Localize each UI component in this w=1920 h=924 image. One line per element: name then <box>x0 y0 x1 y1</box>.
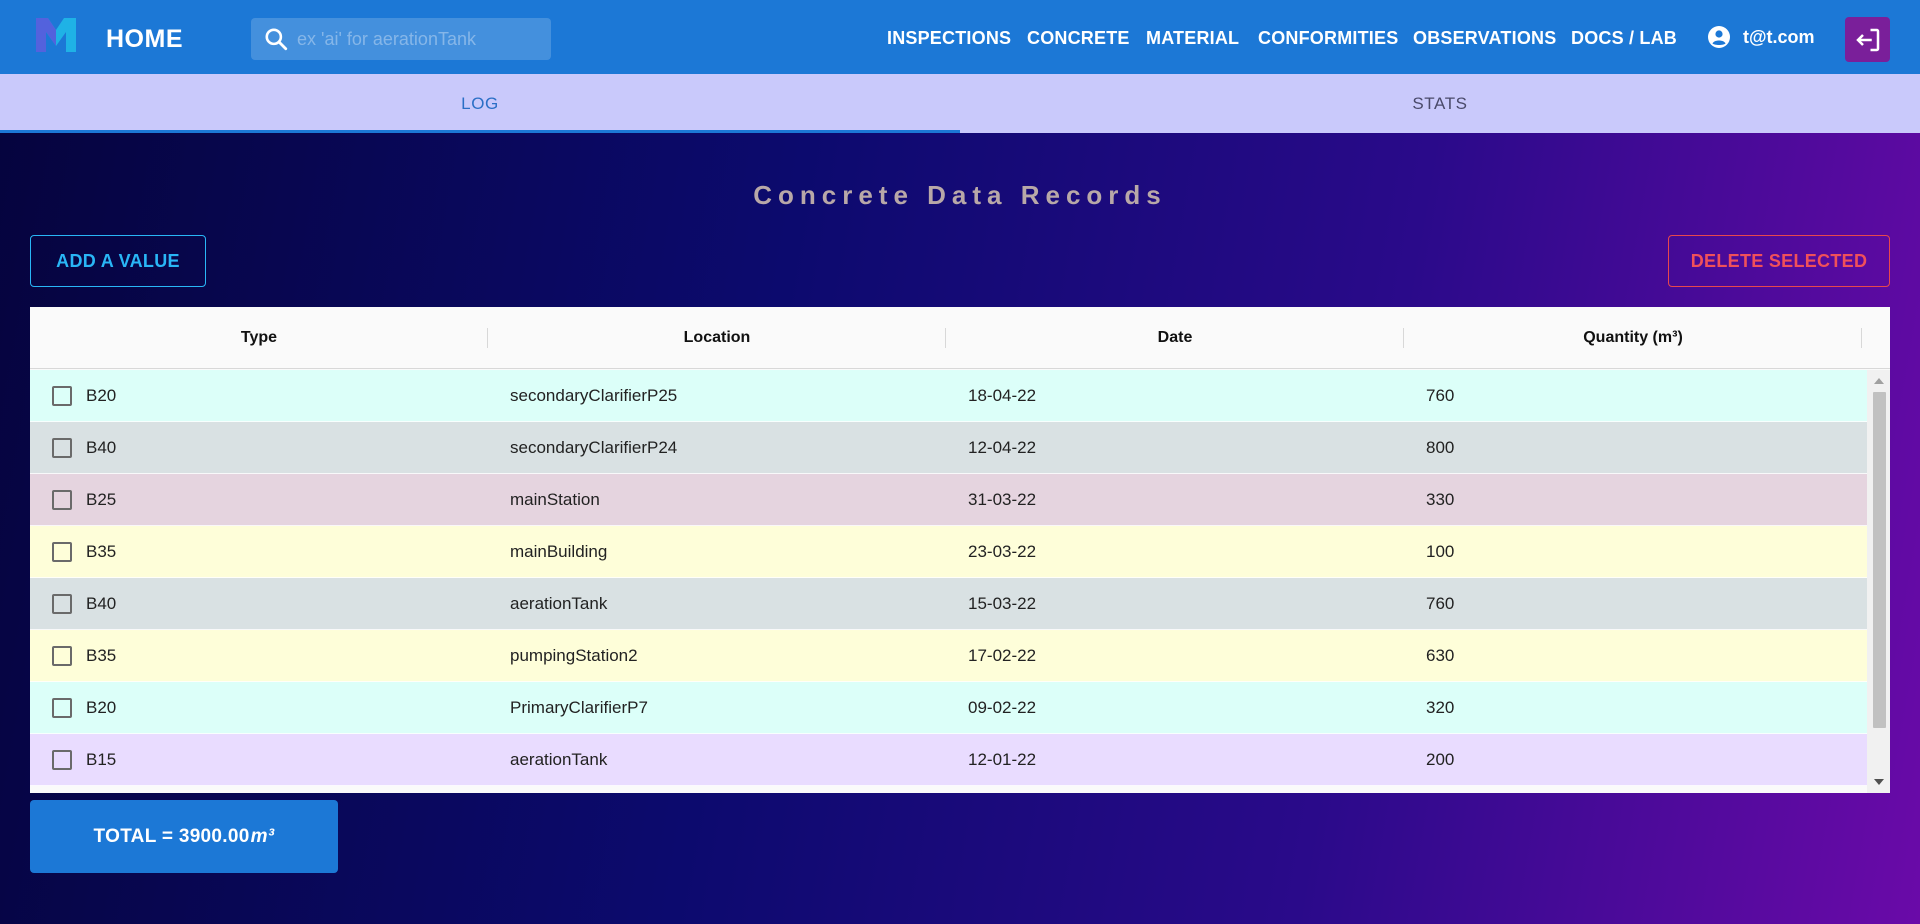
table-row[interactable]: B20 secondaryClarifierP25 18-04-22 760 <box>30 370 1867 422</box>
row-checkbox[interactable] <box>52 593 72 614</box>
row-checkbox[interactable] <box>52 541 72 562</box>
row-checkbox[interactable] <box>52 489 72 510</box>
table-row[interactable]: B40 secondaryClarifierP24 12-04-22 800 <box>30 422 1867 474</box>
page-title: Concrete Data Records <box>753 180 1167 210</box>
table-row[interactable]: B20 PrimaryClarifierP7 09-02-22 320 <box>30 682 1867 734</box>
table-scrollbar[interactable] <box>1867 370 1890 793</box>
cell-type: B20 <box>86 697 117 717</box>
cell-type: B40 <box>86 437 117 457</box>
app-logo-icon[interactable] <box>34 16 78 54</box>
cell-type: B25 <box>86 489 117 509</box>
nav-observations[interactable]: OBSERVATIONS <box>1413 28 1556 49</box>
tab-stats[interactable]: STATS <box>960 74 1920 133</box>
column-header-date[interactable]: Date <box>946 307 1404 368</box>
table-row[interactable]: B35 mainBuilding 23-03-22 100 <box>30 526 1867 578</box>
app-bar: HOME INSPECTIONS CONCRETE MATERIAL CONFO… <box>0 0 1920 74</box>
nav-conformities[interactable]: CONFORMITIES <box>1258 28 1398 49</box>
nav-material[interactable]: MATERIAL <box>1146 28 1239 49</box>
tab-log[interactable]: LOG <box>0 74 960 133</box>
cell-location: aerationTank <box>510 749 608 769</box>
cell-location: mainStation <box>510 489 600 509</box>
cell-quantity: 100 <box>1426 541 1455 561</box>
cell-date: 18-04-22 <box>968 385 1037 405</box>
logout-button[interactable] <box>1845 17 1890 62</box>
add-value-button[interactable]: ADD A VALUE <box>30 235 206 287</box>
search-input[interactable] <box>289 18 551 60</box>
cell-location: mainBuilding <box>510 541 608 561</box>
cell-date: 23-03-22 <box>968 541 1037 561</box>
data-table: Type Location Date Quantity (m³) B20 sec… <box>30 307 1890 793</box>
table-row[interactable]: B35 pumpingStation2 17-02-22 630 <box>30 630 1867 682</box>
scroll-down-arrow-icon[interactable] <box>1874 779 1884 785</box>
column-header-location[interactable]: Location <box>488 307 946 368</box>
scroll-up-arrow-icon[interactable] <box>1874 378 1884 384</box>
cell-location: secondaryClarifierP25 <box>510 385 678 405</box>
row-checkbox[interactable] <box>52 437 72 458</box>
nav-inspections[interactable]: INSPECTIONS <box>887 28 1011 49</box>
logout-icon <box>1855 28 1879 51</box>
cell-type: B20 <box>86 385 117 405</box>
cell-location: aerationTank <box>510 593 608 613</box>
nav-docs-lab[interactable]: DOCS / LAB <box>1571 28 1677 49</box>
row-checkbox[interactable] <box>52 645 72 666</box>
nav-concrete[interactable]: CONCRETE <box>1027 28 1130 49</box>
tab-bar: LOG STATS <box>0 74 1920 133</box>
cell-location: secondaryClarifierP24 <box>510 437 678 457</box>
cell-date: 15-03-22 <box>968 593 1037 613</box>
home-title[interactable]: HOME <box>106 25 183 54</box>
user-account[interactable]: t@t.com <box>1707 25 1815 49</box>
search-box[interactable] <box>251 18 551 60</box>
table-body: B20 secondaryClarifierP25 18-04-22 760 B… <box>30 370 1867 793</box>
cell-type: B40 <box>86 593 117 613</box>
cell-quantity: 760 <box>1426 385 1455 405</box>
delete-selected-button[interactable]: DELETE SELECTED <box>1668 235 1890 287</box>
cell-quantity: 630 <box>1426 645 1455 665</box>
cell-quantity: 330 <box>1426 489 1455 509</box>
cell-quantity: 320 <box>1426 697 1455 717</box>
total-unit: m³ <box>250 825 275 847</box>
search-icon <box>265 28 288 51</box>
total-label: TOTAL = 3900.00 <box>93 825 250 847</box>
row-checkbox[interactable] <box>52 697 72 718</box>
cell-date: 12-01-22 <box>968 749 1037 769</box>
table-header: Type Location Date Quantity (m³) <box>30 307 1890 369</box>
row-checkbox[interactable] <box>52 749 72 770</box>
scrollbar-thumb[interactable] <box>1873 392 1886 728</box>
cell-quantity: 200 <box>1426 749 1455 769</box>
cell-quantity: 760 <box>1426 593 1455 613</box>
cell-quantity: 800 <box>1426 437 1455 457</box>
total-quantity-box: TOTAL = 3900.00 m³ <box>30 800 338 873</box>
cell-type: B35 <box>86 541 117 561</box>
user-email: t@t.com <box>1743 26 1815 47</box>
account-circle-icon <box>1708 26 1730 48</box>
table-row[interactable]: B25 mainStation 31-03-22 330 <box>30 474 1867 526</box>
cell-type: B35 <box>86 645 117 665</box>
column-header-type[interactable]: Type <box>30 307 488 368</box>
cell-type: B15 <box>86 749 117 769</box>
cell-date: 31-03-22 <box>968 489 1037 509</box>
table-row[interactable]: B15 aerationTank 12-01-22 200 <box>30 734 1867 786</box>
cell-location: pumpingStation2 <box>510 645 638 665</box>
table-row[interactable]: B40 aerationTank 15-03-22 760 <box>30 578 1867 630</box>
column-header-quantity[interactable]: Quantity (m³) <box>1404 307 1862 368</box>
cell-date: 12-04-22 <box>968 437 1037 457</box>
cell-location: PrimaryClarifierP7 <box>510 697 648 717</box>
row-checkbox[interactable] <box>52 385 72 406</box>
cell-date: 09-02-22 <box>968 697 1037 717</box>
cell-date: 17-02-22 <box>968 645 1037 665</box>
